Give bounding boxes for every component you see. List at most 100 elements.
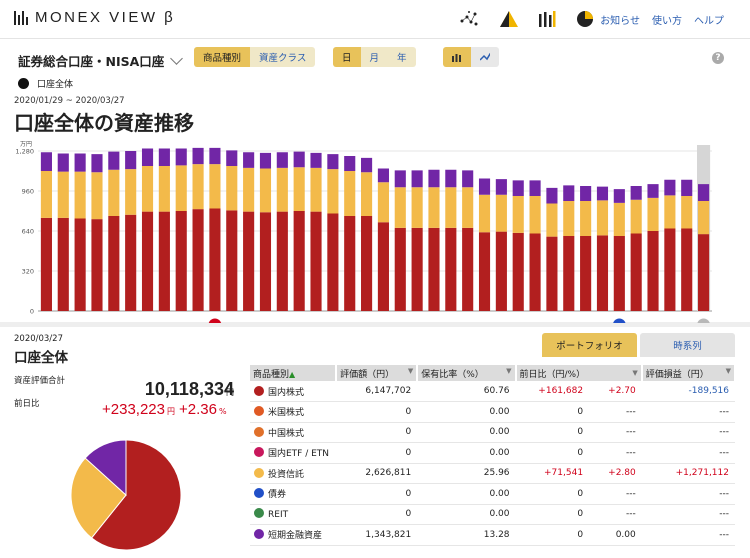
bar-segment — [74, 218, 86, 311]
x-tick-label: 26 — [683, 322, 691, 324]
x-tick-label: 7 — [162, 322, 166, 324]
row-profit-loss: -189,516 — [641, 381, 735, 402]
bar-segment — [175, 148, 187, 166]
col-product-type[interactable]: 商品種別▲ — [250, 365, 338, 381]
bar-segment — [91, 172, 103, 220]
constellation-icon[interactable] — [459, 9, 479, 29]
table-row[interactable]: 国内株式 6,147,702 60.76 +161,682 +2.70 -189,516 — [250, 381, 735, 402]
bar-chart-button[interactable] — [443, 47, 471, 67]
bar-segment — [192, 164, 204, 210]
account-select[interactable]: 証券総合口座・NISA口座 — [18, 51, 184, 70]
bar-segment — [276, 152, 288, 168]
tab-product-type[interactable]: 商品種別 — [194, 47, 251, 67]
bar-segment — [158, 166, 170, 212]
table-row[interactable]: REIT 0 0.00 0 --- --- — [250, 504, 735, 525]
bar-segment — [91, 219, 103, 311]
line-chart-icon — [480, 52, 490, 61]
row-change-yen: 0 — [515, 524, 590, 546]
bar-segment — [209, 208, 221, 311]
col-change[interactable]: 前日比（円/%） — [515, 365, 590, 381]
row-ratio: 13.28 — [417, 524, 516, 546]
y-tick-label: 0 — [30, 308, 34, 316]
row-product-name: REIT — [268, 510, 289, 521]
col-ratio[interactable]: 保有比率（%） ▼ — [417, 365, 517, 381]
bar-segment — [361, 216, 373, 311]
bar-segment — [512, 232, 524, 311]
bar-segment — [259, 168, 272, 213]
asset-chart-panel: 証券総合口座・NISA口座 商品種別 資産クラス 日 月 年 ? 口座全体 20… — [0, 38, 750, 323]
bar-segment — [681, 179, 693, 196]
logo[interactable]: MONEX VIEW β — [14, 9, 175, 26]
bar-segment — [411, 187, 423, 228]
bar-segment — [40, 217, 52, 311]
help-icon[interactable]: ? — [712, 52, 724, 64]
tab-month[interactable]: 月 — [360, 47, 389, 67]
col-profit-loss[interactable]: 評価損益（円） ▼ — [641, 365, 737, 381]
tab-asset-class[interactable]: 資産クラス — [250, 47, 316, 67]
bar-segment — [630, 186, 642, 200]
row-value: 6,147,702 — [336, 381, 418, 402]
bar-segment — [462, 227, 474, 311]
tab-time-series[interactable]: 時系列 — [640, 333, 735, 357]
row-product-name: 国内株式 — [268, 387, 305, 398]
bar-segment — [698, 184, 710, 201]
allocation-pie-chart[interactable] — [70, 439, 182, 551]
table-row[interactable]: 短期金融資産 1,343,821 13.28 0 0.00 --- — [250, 524, 735, 546]
x-tick-label: 18 — [261, 322, 269, 324]
help-link[interactable]: ヘルプ — [694, 12, 724, 27]
row-ratio: 0.00 — [417, 401, 516, 423]
bar-segment — [91, 154, 103, 173]
bar-segment — [361, 157, 373, 173]
row-change-pct: +2.70 — [589, 381, 642, 402]
category-swatch — [254, 406, 264, 417]
how-to-link[interactable]: 使い方 — [652, 12, 682, 27]
bar-segment — [57, 153, 69, 172]
bar-segment — [546, 203, 558, 237]
x-tick-label: 26 — [346, 322, 354, 324]
col-change-arrow[interactable]: ▼ — [589, 365, 643, 381]
row-profit-loss: +1,271,112 — [641, 463, 735, 484]
bar-segment — [293, 151, 305, 168]
triangle-icon[interactable] — [499, 9, 519, 29]
tab-portfolio[interactable]: ポートフォリオ — [542, 333, 637, 357]
bar-segment — [40, 171, 52, 218]
row-ratio: 0.00 — [417, 422, 516, 443]
tab-day[interactable]: 日 — [333, 47, 361, 67]
table-row[interactable]: 投資信託 2,626,811 25.96 +71,541 +2.80 +1,271,112 — [250, 463, 735, 484]
bar-segment — [377, 168, 389, 183]
bar-segment — [512, 180, 524, 196]
x-tick-label: 5 — [129, 322, 133, 324]
asset-bar-chart[interactable]: 万円03206409601,28029303134567101213141718… — [0, 137, 750, 323]
bar-segment — [529, 233, 541, 311]
bar-segment — [344, 216, 356, 311]
row-value: 0 — [336, 422, 418, 443]
bar-segment — [158, 148, 170, 166]
bar-segment — [327, 213, 339, 311]
bar-segment — [226, 150, 238, 166]
row-change-pct: --- — [589, 504, 642, 525]
table-row[interactable]: 中国株式 0 0.00 0 --- --- — [250, 422, 735, 443]
table-row[interactable]: 米国株式 0 0.00 0 --- --- — [250, 401, 735, 423]
pie-icon[interactable] — [575, 9, 595, 29]
table-row[interactable]: 国内ETF / ETN 0 0.00 0 --- --- — [250, 442, 735, 464]
bar-segment — [259, 212, 272, 311]
prev-day-label: 前日比 — [14, 399, 40, 409]
bar-segment — [327, 154, 339, 170]
tab-year[interactable]: 年 — [388, 47, 416, 67]
bar-segment — [411, 227, 423, 311]
bar-segment — [141, 148, 154, 166]
bar-segment — [664, 228, 676, 311]
col-value[interactable]: 評価額（円） ▼ — [336, 365, 419, 381]
x-tick-label: 6 — [466, 322, 470, 324]
bar-segment — [243, 152, 255, 168]
line-chart-button[interactable] — [471, 47, 499, 67]
row-value: 0 — [336, 442, 418, 464]
bar-segment — [563, 185, 575, 201]
x-tick-label: 14 — [228, 322, 236, 324]
table-row[interactable]: 債券 0 0.00 0 --- --- — [250, 483, 735, 505]
bar-segment — [512, 196, 524, 233]
row-profit-loss: --- — [641, 401, 735, 423]
news-link[interactable]: お知らせ — [600, 12, 640, 27]
bars-icon[interactable] — [537, 9, 557, 29]
bar-segment — [630, 233, 642, 311]
